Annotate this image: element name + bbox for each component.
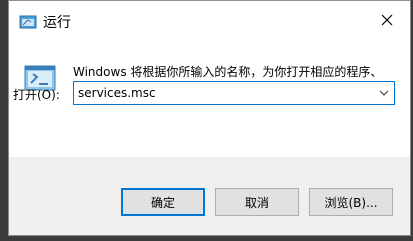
title-bar[interactable]: 运行 [9,1,410,39]
cancel-button[interactable]: 取消 [215,188,299,216]
run-app-icon [19,14,37,29]
open-label: 打开(O): [13,88,60,102]
dropdown-button[interactable] [374,82,394,104]
close-icon [381,14,393,26]
ok-button[interactable]: 确定 [121,188,205,216]
open-combobox[interactable] [73,81,395,105]
close-button[interactable] [364,1,410,39]
browse-button[interactable]: 浏览(B)... [309,188,393,216]
run-dialog: 运行 Windows 将根据你所输入的名称，为你打开相应的程序、文件夹、文档或 … [8,0,411,236]
chevron-down-icon [379,90,389,96]
window-title: 运行 [43,15,71,31]
command-input[interactable] [76,83,370,103]
